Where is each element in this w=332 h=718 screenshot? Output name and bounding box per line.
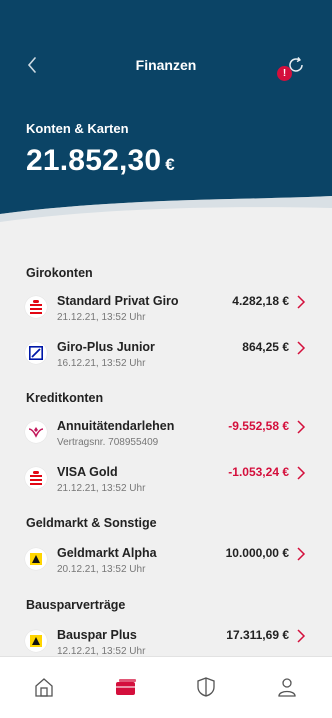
tab-bar — [0, 656, 332, 718]
header-background — [0, 0, 332, 222]
sparkasse-logo-icon — [25, 296, 47, 318]
account-row[interactable]: Annuitätendarlehen Vertragsnr. 708955409… — [0, 417, 332, 461]
home-icon — [35, 678, 53, 697]
account-amount: 10.000,00 € — [225, 546, 289, 560]
chevron-right-icon — [297, 341, 306, 355]
account-name: Giro-Plus Junior — [57, 340, 155, 354]
alert-badge[interactable]: ! — [277, 66, 292, 81]
account-name: Bauspar Plus — [57, 628, 137, 642]
deutsche-bank-logo-icon — [25, 342, 47, 364]
shield-icon — [197, 677, 215, 697]
account-name: Standard Privat Giro — [57, 294, 179, 308]
account-name: VISA Gold — [57, 465, 118, 479]
account-amount: 4.282,18 € — [232, 294, 289, 308]
account-row[interactable]: Standard Privat Giro 21.12.21, 13:52 Uhr… — [0, 292, 332, 336]
account-name: Geldmarkt Alpha — [57, 546, 157, 560]
group-title-bausparvertraege: Bausparverträge — [26, 598, 126, 612]
bank-logo-icon — [25, 421, 47, 443]
tab-finanzen[interactable] — [113, 674, 139, 700]
account-amount: -9.552,58 € — [228, 419, 289, 433]
section-label: Konten & Karten — [26, 121, 129, 136]
bauspar-logo-icon — [25, 630, 47, 652]
group-title-girokonten: Girokonten — [26, 266, 93, 280]
cards-icon — [116, 679, 136, 695]
chevron-right-icon — [297, 295, 306, 309]
chevron-right-icon — [297, 547, 306, 561]
geldmarkt-logo-icon — [25, 548, 47, 570]
account-row[interactable]: Giro-Plus Junior 16.12.21, 13:52 Uhr 864… — [0, 338, 332, 382]
account-sub: Vertragsnr. 708955409 — [57, 437, 159, 448]
total-balance: 21.852,30 € — [26, 144, 175, 178]
chevron-right-icon — [297, 420, 306, 434]
sparkasse-logo-icon — [25, 467, 47, 489]
group-title-kreditkonten: Kreditkonten — [26, 391, 104, 405]
chevron-right-icon — [297, 466, 306, 480]
account-sub: 16.12.21, 13:52 Uhr — [57, 358, 146, 369]
account-sub: 21.12.21, 13:52 Uhr — [57, 483, 146, 494]
tab-home[interactable] — [31, 674, 57, 700]
account-name: Annuitätendarlehen — [57, 419, 175, 433]
account-amount: 864,25 € — [242, 340, 289, 354]
header: Finanzen ! Konten & Karten 21.852,30 € — [0, 0, 332, 230]
tab-profile[interactable] — [274, 674, 300, 700]
account-row[interactable]: VISA Gold 21.12.21, 13:52 Uhr -1.053,24 … — [0, 463, 332, 507]
account-sub: 21.12.21, 13:52 Uhr — [57, 312, 146, 323]
user-icon — [278, 678, 296, 697]
account-sub: 20.12.21, 13:52 Uhr — [57, 564, 146, 575]
account-row[interactable]: Geldmarkt Alpha 20.12.21, 13:52 Uhr 10.0… — [0, 544, 332, 588]
group-title-geldmarkt: Geldmarkt & Sonstige — [26, 516, 157, 530]
total-amount: 21.852,30 — [26, 144, 162, 177]
total-currency: € — [165, 155, 175, 174]
account-amount: 17.311,69 € — [226, 628, 289, 642]
tab-security[interactable] — [193, 674, 219, 700]
chevron-right-icon — [297, 629, 306, 643]
account-amount: -1.053,24 € — [228, 465, 289, 479]
